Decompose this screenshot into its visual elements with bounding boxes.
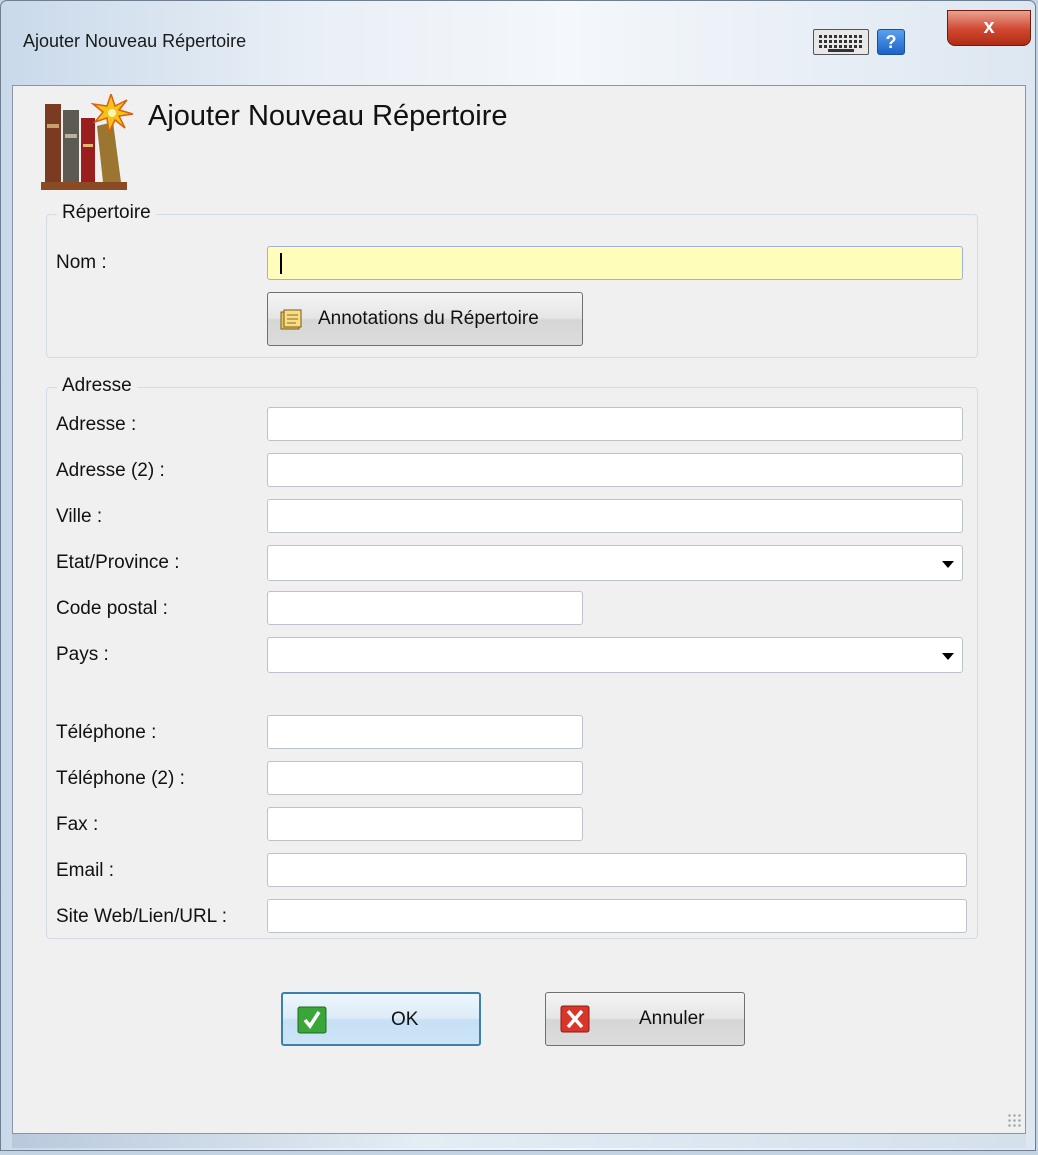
repertoire-legend: Répertoire [57, 202, 156, 224]
window-title: Ajouter Nouveau Répertoire [23, 31, 247, 51]
address-legend: Adresse [57, 375, 137, 397]
postal-code-label: Code postal : [56, 598, 168, 619]
address2-input[interactable] [267, 453, 963, 487]
help-icon[interactable]: ? [877, 29, 905, 55]
state-dropdown[interactable] [267, 545, 963, 581]
notebook-icon [280, 309, 302, 330]
dialog-content: Ajouter Nouveau Répertoire Répertoire No… [12, 85, 1026, 1134]
country-label: Pays : [56, 644, 109, 665]
email-input[interactable] [267, 853, 967, 887]
resize-grip[interactable] [1007, 1113, 1021, 1127]
annotations-button[interactable]: Annotations du Répertoire [267, 292, 583, 346]
country-dropdown[interactable] [267, 637, 963, 673]
fax-label: Fax : [56, 814, 99, 835]
page-title: Ajouter Nouveau Répertoire [148, 100, 508, 132]
window-bottom-frame [12, 1134, 1026, 1148]
name-input[interactable] [267, 246, 963, 280]
phone2-label: Téléphone (2) : [56, 768, 185, 789]
cross-icon [560, 1005, 590, 1033]
ok-button-label: OK [391, 1009, 419, 1030]
address2-label: Adresse (2) : [56, 460, 165, 481]
text-caret [280, 253, 282, 274]
annotations-button-label: Annotations du Répertoire [318, 308, 539, 329]
ok-button[interactable]: OK [281, 992, 481, 1046]
fax-input[interactable] [267, 807, 583, 841]
cancel-button-label: Annuler [639, 1008, 705, 1029]
phone-input[interactable] [267, 715, 583, 749]
state-label: Etat/Province : [56, 552, 180, 573]
dialog-window: Ajouter Nouveau Répertoire ? x Ajouter N… [0, 0, 1036, 1151]
chevron-down-icon[interactable] [942, 653, 954, 660]
phone2-input[interactable] [267, 761, 583, 795]
website-input[interactable] [267, 899, 967, 933]
books-icon [41, 94, 134, 190]
close-button[interactable]: x [947, 10, 1031, 46]
postal-code-input[interactable] [267, 591, 583, 625]
phone-label: Téléphone : [56, 722, 157, 743]
name-label: Nom : [56, 252, 107, 273]
address-label: Adresse : [56, 414, 137, 435]
website-label: Site Web/Lien/URL : [56, 906, 228, 927]
city-label: Ville : [56, 506, 103, 527]
keyboard-icon[interactable] [813, 29, 869, 55]
email-label: Email : [56, 860, 115, 881]
chevron-down-icon[interactable] [942, 561, 954, 568]
title-bar[interactable]: Ajouter Nouveau Répertoire ? x [1, 1, 1037, 85]
checkmark-icon [297, 1006, 327, 1034]
city-input[interactable] [267, 499, 963, 533]
cancel-button[interactable]: Annuler [545, 992, 745, 1046]
address-input[interactable] [267, 407, 963, 441]
